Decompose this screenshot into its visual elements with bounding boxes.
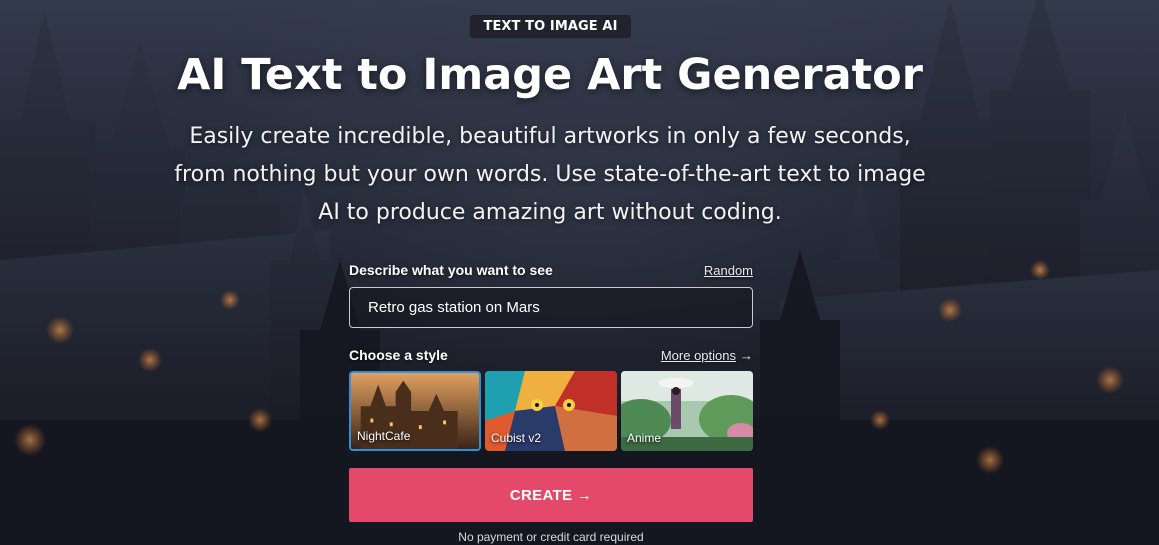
create-label: CREATE (509, 486, 573, 504)
style-label-row: Choose a style More options → (349, 347, 753, 363)
style-label: Choose a style (349, 347, 448, 363)
style-name: NightCafe (357, 429, 411, 443)
hero-content: TEXT TO IMAGE AI AI Text to Image Art Ge… (0, 0, 1159, 545)
prompt-label-row: Describe what you want to see Random (349, 262, 753, 278)
no-payment-note: No payment or credit card required (458, 530, 644, 544)
prompt-label: Describe what you want to see (349, 262, 553, 278)
hero-section: TEXT TO IMAGE AI AI Text to Image Art Ge… (0, 0, 1159, 545)
style-card-anime[interactable]: Anime (621, 371, 753, 451)
page-subtitle: Easily create incredible, beautiful artw… (174, 124, 926, 225)
prompt-input[interactable] (349, 287, 753, 328)
random-link[interactable]: Random (704, 263, 753, 278)
style-card-cubist[interactable]: Cubist v2 (485, 371, 617, 451)
category-badge: TEXT TO IMAGE AI (470, 15, 631, 38)
page-title: AI Text to Image Art Generator (177, 50, 923, 100)
create-form: Describe what you want to see Random Cho… (349, 262, 753, 544)
more-options-link[interactable]: More options → (661, 348, 753, 363)
style-picker: NightCafe Cubist v2 Anime (349, 371, 753, 451)
arrow-right-icon: → (740, 347, 753, 363)
create-button[interactable]: CREATE → (349, 468, 753, 522)
style-card-nightcafe[interactable]: NightCafe (349, 371, 481, 451)
arrow-right-icon: → (576, 486, 593, 504)
style-name: Anime (627, 431, 662, 445)
style-name: Cubist v2 (491, 431, 542, 445)
more-options-label: More options (660, 347, 736, 363)
